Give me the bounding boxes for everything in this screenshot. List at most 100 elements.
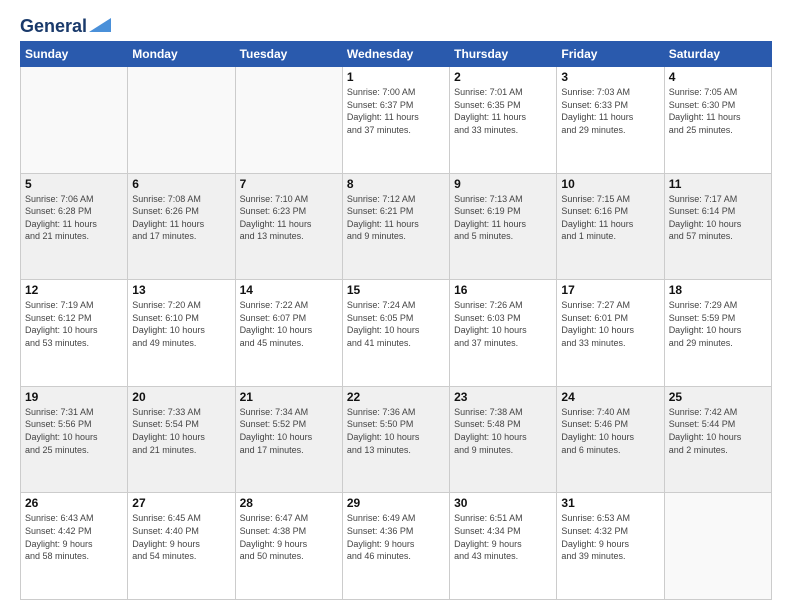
day-info: Sunrise: 7:05 AM Sunset: 6:30 PM Dayligh… xyxy=(669,86,767,136)
day-number: 20 xyxy=(132,390,230,404)
calendar-week-row: 1 Sunrise: 7:00 AM Sunset: 6:37 PM Daylig… xyxy=(21,67,772,174)
day-number: 1 xyxy=(347,70,445,84)
calendar-cell: 26 Sunrise: 6:43 AM Sunset: 4:42 PM Dayli… xyxy=(21,493,128,600)
day-info: Sunrise: 7:19 AM Sunset: 6:12 PM Dayligh… xyxy=(25,299,123,349)
calendar-cell xyxy=(21,67,128,174)
day-info: Sunrise: 6:45 AM Sunset: 4:40 PM Dayligh… xyxy=(132,512,230,562)
day-number: 16 xyxy=(454,283,552,297)
day-info: Sunrise: 7:13 AM Sunset: 6:19 PM Dayligh… xyxy=(454,193,552,243)
weekday-header-wednesday: Wednesday xyxy=(342,42,449,67)
calendar-cell: 16 Sunrise: 7:26 AM Sunset: 6:03 PM Dayli… xyxy=(450,280,557,387)
day-info: Sunrise: 7:29 AM Sunset: 5:59 PM Dayligh… xyxy=(669,299,767,349)
weekday-header-friday: Friday xyxy=(557,42,664,67)
day-info: Sunrise: 6:53 AM Sunset: 4:32 PM Dayligh… xyxy=(561,512,659,562)
day-number: 30 xyxy=(454,496,552,510)
day-info: Sunrise: 7:17 AM Sunset: 6:14 PM Dayligh… xyxy=(669,193,767,243)
weekday-header-saturday: Saturday xyxy=(664,42,771,67)
day-info: Sunrise: 7:24 AM Sunset: 6:05 PM Dayligh… xyxy=(347,299,445,349)
calendar-cell: 9 Sunrise: 7:13 AM Sunset: 6:19 PM Daylig… xyxy=(450,173,557,280)
day-number: 25 xyxy=(669,390,767,404)
calendar-cell: 2Sunrise: 7:01 AM Sunset: 6:35 PM Daylig… xyxy=(450,67,557,174)
day-number: 11 xyxy=(669,177,767,191)
header: General xyxy=(20,16,772,33)
day-number: 22 xyxy=(347,390,445,404)
calendar-week-row: 5 Sunrise: 7:06 AM Sunset: 6:28 PM Daylig… xyxy=(21,173,772,280)
day-number: 4 xyxy=(669,70,767,84)
day-info: Sunrise: 7:08 AM Sunset: 6:26 PM Dayligh… xyxy=(132,193,230,243)
day-number: 13 xyxy=(132,283,230,297)
calendar-cell: 29Sunrise: 6:49 AM Sunset: 4:36 PM Dayli… xyxy=(342,493,449,600)
calendar-cell: 24 Sunrise: 7:40 AM Sunset: 5:46 PM Dayli… xyxy=(557,386,664,493)
day-number: 7 xyxy=(240,177,338,191)
day-number: 18 xyxy=(669,283,767,297)
day-info: Sunrise: 7:03 AM Sunset: 6:33 PM Dayligh… xyxy=(561,86,659,136)
day-number: 14 xyxy=(240,283,338,297)
day-info: Sunrise: 6:43 AM Sunset: 4:42 PM Dayligh… xyxy=(25,512,123,562)
logo: General xyxy=(20,16,111,33)
calendar-cell: 12 Sunrise: 7:19 AM Sunset: 6:12 PM Dayli… xyxy=(21,280,128,387)
calendar-cell: 5 Sunrise: 7:06 AM Sunset: 6:28 PM Daylig… xyxy=(21,173,128,280)
day-number: 31 xyxy=(561,496,659,510)
calendar-week-row: 19Sunrise: 7:31 AM Sunset: 5:56 PM Dayli… xyxy=(21,386,772,493)
day-number: 2 xyxy=(454,70,552,84)
day-info: Sunrise: 6:47 AM Sunset: 4:38 PM Dayligh… xyxy=(240,512,338,562)
calendar-cell: 19Sunrise: 7:31 AM Sunset: 5:56 PM Dayli… xyxy=(21,386,128,493)
day-info: Sunrise: 7:00 AM Sunset: 6:37 PM Dayligh… xyxy=(347,86,445,136)
day-number: 21 xyxy=(240,390,338,404)
calendar-cell: 4 Sunrise: 7:05 AM Sunset: 6:30 PM Daylig… xyxy=(664,67,771,174)
day-number: 12 xyxy=(25,283,123,297)
calendar-cell: 23Sunrise: 7:38 AM Sunset: 5:48 PM Dayli… xyxy=(450,386,557,493)
day-number: 27 xyxy=(132,496,230,510)
calendar-cell: 8 Sunrise: 7:12 AM Sunset: 6:21 PM Daylig… xyxy=(342,173,449,280)
calendar-week-row: 12 Sunrise: 7:19 AM Sunset: 6:12 PM Dayli… xyxy=(21,280,772,387)
weekday-header-monday: Monday xyxy=(128,42,235,67)
day-number: 23 xyxy=(454,390,552,404)
day-number: 5 xyxy=(25,177,123,191)
page: General SundayMondayTuesdayWednesdayThur… xyxy=(0,0,792,612)
day-number: 29 xyxy=(347,496,445,510)
calendar-cell: 27 Sunrise: 6:45 AM Sunset: 4:40 PM Dayli… xyxy=(128,493,235,600)
calendar-cell: 14 Sunrise: 7:22 AM Sunset: 6:07 PM Dayli… xyxy=(235,280,342,387)
calendar-cell: 13 Sunrise: 7:20 AM Sunset: 6:10 PM Dayli… xyxy=(128,280,235,387)
day-info: Sunrise: 7:12 AM Sunset: 6:21 PM Dayligh… xyxy=(347,193,445,243)
calendar-cell: 20 Sunrise: 7:33 AM Sunset: 5:54 PM Dayli… xyxy=(128,386,235,493)
calendar-cell: 1 Sunrise: 7:00 AM Sunset: 6:37 PM Daylig… xyxy=(342,67,449,174)
calendar-cell: 31 Sunrise: 6:53 AM Sunset: 4:32 PM Dayli… xyxy=(557,493,664,600)
day-info: Sunrise: 7:26 AM Sunset: 6:03 PM Dayligh… xyxy=(454,299,552,349)
calendar-cell: 25Sunrise: 7:42 AM Sunset: 5:44 PM Dayli… xyxy=(664,386,771,493)
day-info: Sunrise: 7:20 AM Sunset: 6:10 PM Dayligh… xyxy=(132,299,230,349)
calendar-cell: 6Sunrise: 7:08 AM Sunset: 6:26 PM Daylig… xyxy=(128,173,235,280)
day-number: 19 xyxy=(25,390,123,404)
day-number: 8 xyxy=(347,177,445,191)
calendar-cell: 15Sunrise: 7:24 AM Sunset: 6:05 PM Dayli… xyxy=(342,280,449,387)
logo-icon xyxy=(89,18,111,32)
day-info: Sunrise: 7:27 AM Sunset: 6:01 PM Dayligh… xyxy=(561,299,659,349)
calendar-week-row: 26 Sunrise: 6:43 AM Sunset: 4:42 PM Dayli… xyxy=(21,493,772,600)
calendar-cell xyxy=(235,67,342,174)
calendar-cell: 10Sunrise: 7:15 AM Sunset: 6:16 PM Dayli… xyxy=(557,173,664,280)
weekday-header-thursday: Thursday xyxy=(450,42,557,67)
weekday-header-sunday: Sunday xyxy=(21,42,128,67)
day-info: Sunrise: 7:10 AM Sunset: 6:23 PM Dayligh… xyxy=(240,193,338,243)
calendar-cell: 30 Sunrise: 6:51 AM Sunset: 4:34 PM Dayli… xyxy=(450,493,557,600)
day-number: 3 xyxy=(561,70,659,84)
logo-general: General xyxy=(20,16,87,37)
weekday-header-row: SundayMondayTuesdayWednesdayThursdayFrid… xyxy=(21,42,772,67)
day-number: 17 xyxy=(561,283,659,297)
day-info: Sunrise: 7:36 AM Sunset: 5:50 PM Dayligh… xyxy=(347,406,445,456)
day-info: Sunrise: 6:51 AM Sunset: 4:34 PM Dayligh… xyxy=(454,512,552,562)
calendar-cell xyxy=(128,67,235,174)
calendar-cell: 21Sunrise: 7:34 AM Sunset: 5:52 PM Dayli… xyxy=(235,386,342,493)
day-number: 26 xyxy=(25,496,123,510)
day-number: 10 xyxy=(561,177,659,191)
day-info: Sunrise: 7:40 AM Sunset: 5:46 PM Dayligh… xyxy=(561,406,659,456)
day-number: 9 xyxy=(454,177,552,191)
day-info: Sunrise: 7:33 AM Sunset: 5:54 PM Dayligh… xyxy=(132,406,230,456)
calendar-cell: 7 Sunrise: 7:10 AM Sunset: 6:23 PM Daylig… xyxy=(235,173,342,280)
day-number: 28 xyxy=(240,496,338,510)
day-number: 24 xyxy=(561,390,659,404)
day-info: Sunrise: 7:06 AM Sunset: 6:28 PM Dayligh… xyxy=(25,193,123,243)
day-info: Sunrise: 7:22 AM Sunset: 6:07 PM Dayligh… xyxy=(240,299,338,349)
calendar-cell: 11 Sunrise: 7:17 AM Sunset: 6:14 PM Dayli… xyxy=(664,173,771,280)
calendar-cell: 18 Sunrise: 7:29 AM Sunset: 5:59 PM Dayli… xyxy=(664,280,771,387)
